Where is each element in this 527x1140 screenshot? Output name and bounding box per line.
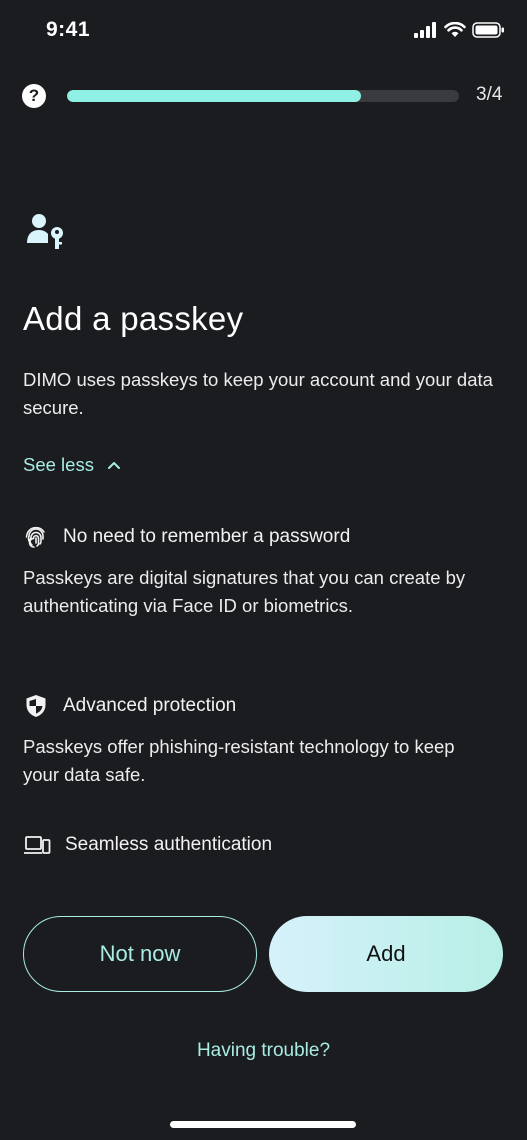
fingerprint-icon: [25, 526, 45, 548]
progress-bar-fill: [67, 90, 361, 102]
page-title: Add a passkey: [23, 300, 244, 337]
shield-icon: [26, 695, 46, 717]
status-icons: [414, 22, 505, 38]
chevron-up-icon: [107, 462, 120, 469]
feature-description: Passkeys offer phishing-resistant techno…: [23, 736, 455, 785]
wifi-icon: [444, 22, 466, 37]
page-description: DIMO uses passkeys to keep your account …: [23, 369, 493, 418]
signal-icon: [414, 22, 436, 38]
battery-icon: [472, 22, 504, 38]
see-less-toggle[interactable]: See less: [23, 454, 120, 476]
feature-seamless-authentication: Seamless authentication: [23, 834, 272, 856]
feature-description: Passkeys are digital signatures that you…: [23, 567, 466, 616]
see-less-label: See less: [23, 454, 94, 475]
feature-no-password: No need to remember a password: [23, 524, 350, 550]
home-indicator: [170, 1121, 356, 1128]
progress-bar: [67, 90, 459, 102]
feature-heading: No need to remember a password: [63, 526, 351, 547]
not-now-button[interactable]: Not now: [23, 916, 257, 992]
step-counter: 3/4: [476, 84, 503, 105]
user-key-icon: [26, 212, 66, 257]
having-trouble-link[interactable]: Having trouble?: [0, 1040, 527, 1062]
feature-advanced-protection: Advanced protection: [23, 693, 236, 719]
add-button[interactable]: Add: [269, 916, 503, 992]
devices-icon: [24, 836, 51, 854]
feature-heading: Seamless authentication: [65, 834, 273, 855]
feature-heading: Advanced protection: [63, 695, 237, 716]
status-time: 9:41: [46, 18, 91, 41]
help-icon[interactable]: ?: [22, 84, 46, 108]
